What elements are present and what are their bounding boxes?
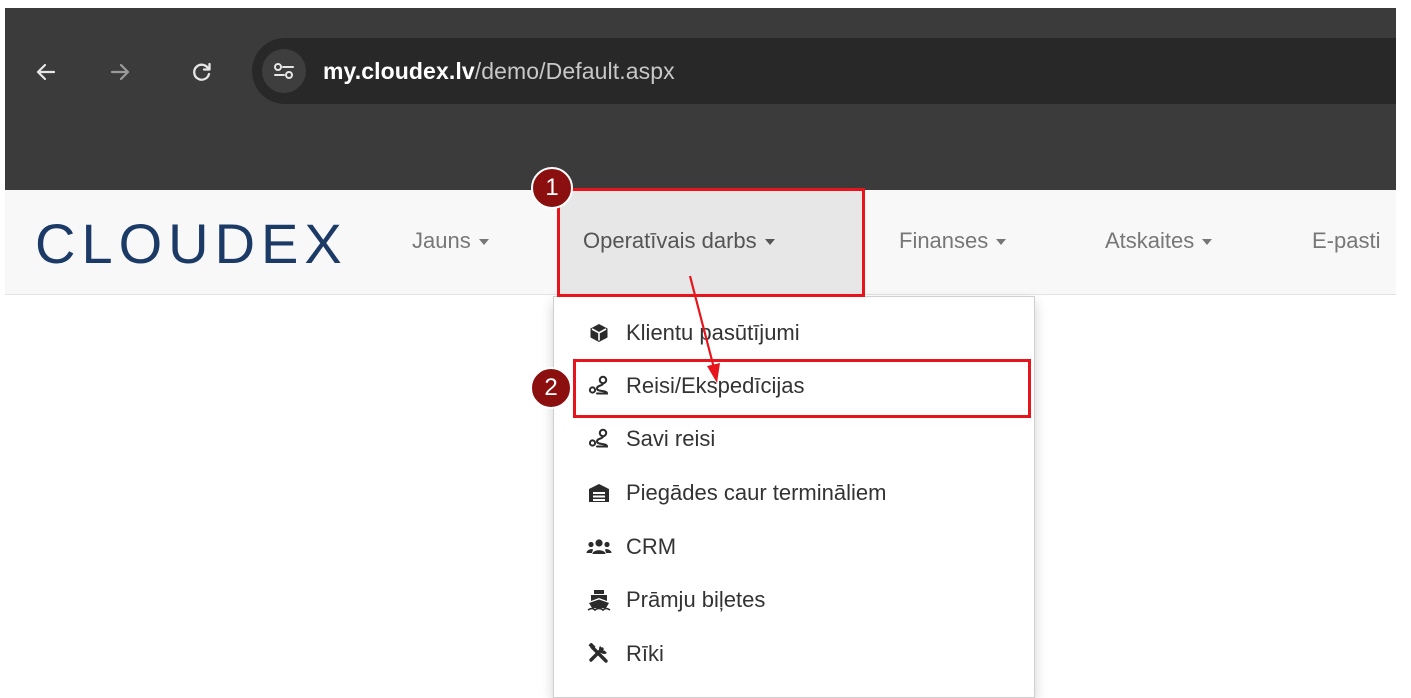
dropdown-item-label: Rīki (626, 641, 664, 666)
step-badge-1: 1 (531, 167, 573, 209)
url-text[interactable]: my.cloudex.lv/demo/Default.aspx (323, 58, 675, 85)
dropdown-item-klientu-pasutijumi[interactable]: Klientu pasūtījumi (586, 313, 800, 353)
highlight-box-step-2 (573, 359, 1031, 418)
menu-jauns[interactable]: Jauns (412, 228, 489, 254)
step-badge-2: 2 (530, 367, 572, 409)
arrow-right-icon (110, 63, 130, 81)
warehouse-icon (586, 480, 612, 506)
ship-icon (586, 587, 612, 613)
menu-atskaites[interactable]: Atskaites (1105, 228, 1213, 254)
dropdown-item-label: CRM (626, 534, 677, 559)
caret-down-icon (478, 239, 489, 245)
dropdown-item-label: Klientu pasūtījumi (626, 320, 800, 345)
dropdown-item-riki[interactable]: Rīki (586, 634, 664, 674)
menu-label: E-pasti (1312, 228, 1381, 253)
highlight-box-step-1 (557, 188, 865, 297)
caret-down-icon (1202, 239, 1213, 245)
site-info-button[interactable] (262, 49, 306, 93)
tune-icon (274, 63, 294, 79)
reload-button[interactable] (186, 56, 218, 88)
dropdown-item-piegades-caur-terminaliem[interactable]: Piegādes caur termināliem (586, 473, 886, 513)
url-host: my.cloudex.lv (323, 58, 475, 84)
top-margin (0, 0, 1411, 8)
url-path: /demo/Default.aspx (474, 58, 675, 84)
caret-down-icon (996, 239, 1007, 245)
menu-label: Finanses (899, 228, 989, 253)
arrow-left-icon (36, 63, 56, 81)
users-icon (586, 534, 612, 560)
route-icon (586, 426, 612, 452)
menu-label: Jauns (412, 228, 471, 253)
menu-e-pasti[interactable]: E-pasti (1312, 228, 1396, 254)
back-button[interactable] (30, 56, 62, 88)
dropdown-item-label: Piegādes caur termināliem (626, 480, 887, 505)
box-icon (586, 320, 612, 346)
dropdown-item-crm[interactable]: CRM (586, 527, 676, 567)
dropdown-item-savi-reisi[interactable]: Savi reisi (586, 419, 715, 459)
menu-finanses[interactable]: Finanses (899, 228, 1007, 254)
tools-icon (586, 641, 612, 667)
menu-label: Atskaites (1105, 228, 1195, 253)
right-margin (1396, 0, 1411, 688)
app-logo[interactable]: CLOUDEX (35, 211, 348, 276)
dropdown-item-pramju-biletes[interactable]: Prāmju biļetes (586, 580, 765, 620)
dropdown-item-label: Savi reisi (626, 426, 716, 451)
reload-icon (193, 62, 211, 81)
forward-button[interactable] (104, 56, 136, 88)
dropdown-item-label: Prāmju biļetes (626, 587, 766, 612)
